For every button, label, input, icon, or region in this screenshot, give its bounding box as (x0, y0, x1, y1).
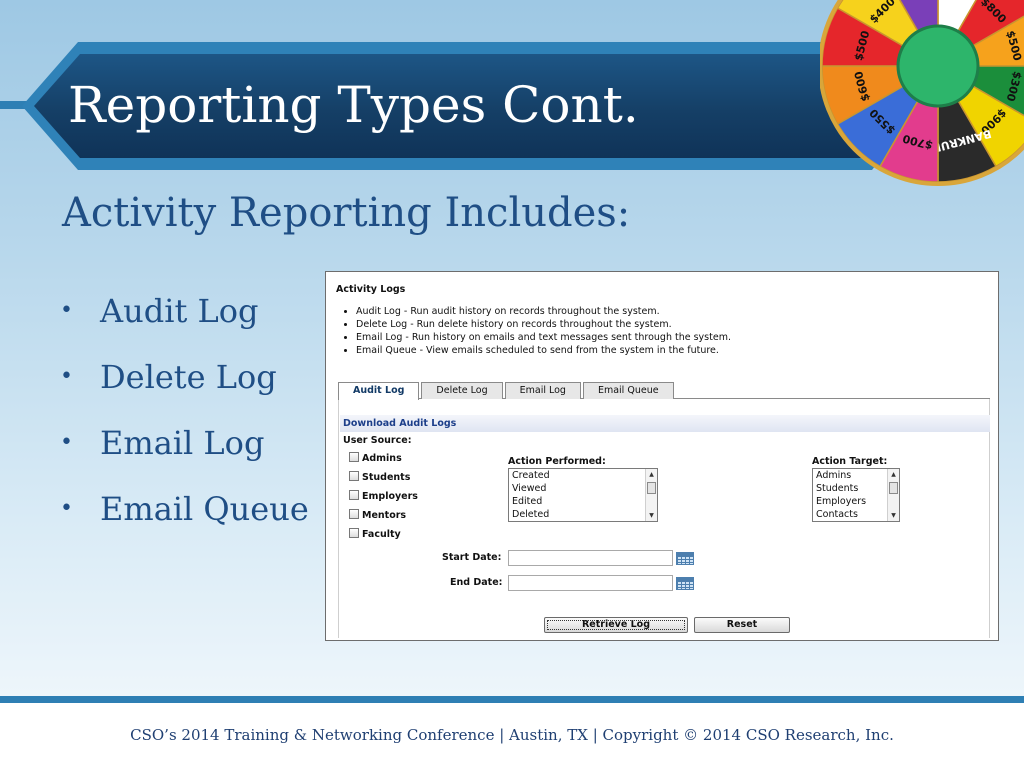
calendar-icon[interactable] (676, 577, 694, 590)
panel-title: Activity Logs (336, 284, 406, 295)
checkbox-students[interactable] (349, 471, 359, 481)
calendar-icon[interactable] (676, 552, 694, 565)
action-performed-listbox[interactable]: Created Viewed Edited Deleted ▲ ▼ (508, 468, 658, 522)
bullet-item: • Delete Log (60, 358, 309, 424)
checkbox-label: Students (362, 472, 411, 483)
checkbox-mentors[interactable] (349, 509, 359, 519)
bullet-icon: • (60, 430, 73, 455)
scroll-thumb[interactable] (889, 482, 898, 494)
bullet-item: • Email Log (60, 424, 309, 490)
bullet-text: Email Queue (100, 490, 309, 528)
list-option[interactable]: Deleted (509, 508, 657, 521)
scroll-down-icon[interactable]: ▼ (888, 510, 899, 521)
log-description: Delete Log - Run delete history on recor… (356, 318, 731, 331)
bullet-icon: • (60, 496, 73, 521)
retrieve-log-button[interactable]: Retrieve Log (544, 617, 688, 633)
scroll-down-icon[interactable]: ▼ (646, 510, 657, 521)
list-option[interactable]: Created (509, 469, 657, 482)
bullet-text: Delete Log (100, 358, 277, 396)
list-option[interactable]: Edited (509, 495, 657, 508)
user-source-label: User Source: (343, 435, 412, 446)
bullet-item: • Email Queue (60, 490, 309, 556)
checkbox-label: Mentors (362, 510, 407, 521)
slide-title: Reporting Types Cont. (68, 76, 639, 134)
prize-wheel-image: LOSE A TURN$800$500$300$900BANKRUPT$700$… (820, 0, 1024, 186)
checkbox-admins[interactable] (349, 452, 359, 462)
action-target-listbox[interactable]: Admins Students Employers Contacts ▲ ▼ (812, 468, 900, 522)
scroll-thumb[interactable] (647, 482, 656, 494)
bullet-text: Email Log (100, 424, 265, 462)
checkbox-label: Admins (362, 453, 402, 464)
action-performed-label: Action Performed: (508, 456, 606, 467)
bullet-icon: • (60, 364, 73, 389)
activity-logs-screenshot: Activity Logs Audit Log - Run audit hist… (325, 271, 999, 641)
start-date-label: Start Date: (442, 552, 502, 563)
footer-stripe (0, 696, 1024, 703)
log-description: Audit Log - Run audit history on records… (356, 305, 731, 318)
listbox-scrollbar[interactable]: ▲ ▼ (645, 469, 657, 521)
section-heading: Activity Reporting Includes: (62, 190, 631, 236)
listbox-scrollbar[interactable]: ▲ ▼ (887, 469, 899, 521)
action-target-label: Action Target: (812, 456, 888, 467)
checkbox-label: Employers (362, 491, 418, 502)
log-tabs: Audit Log Delete Log Email Log Email Que… (338, 382, 676, 400)
footer-text: CSO’s 2014 Training & Networking Confere… (130, 726, 894, 744)
log-description: Email Queue - View emails scheduled to s… (356, 344, 731, 357)
wheel-hub (896, 24, 980, 108)
tab-email-queue[interactable]: Email Queue (582, 382, 674, 399)
end-date-label: End Date: (450, 577, 503, 588)
bullet-list: • Audit Log • Delete Log • Email Log • Email… (60, 292, 309, 556)
bullet-item: • Audit Log (60, 292, 309, 358)
checkbox-label: Faculty (362, 529, 401, 540)
list-option[interactable]: Viewed (509, 482, 657, 495)
tab-delete-log[interactable]: Delete Log (421, 382, 503, 399)
tab-email-log[interactable]: Email Log (504, 382, 581, 399)
start-date-input[interactable] (508, 550, 673, 566)
scroll-up-icon[interactable]: ▲ (646, 469, 657, 480)
log-description: Email Log - Run history on emails and te… (356, 331, 731, 344)
bullet-icon: • (60, 298, 73, 323)
checkbox-faculty[interactable] (349, 528, 359, 538)
section-header: Download Audit Logs (340, 415, 990, 432)
log-description-list: Audit Log - Run audit history on records… (356, 305, 731, 357)
checkbox-employers[interactable] (349, 490, 359, 500)
end-date-input[interactable] (508, 575, 673, 591)
tab-audit-log[interactable]: Audit Log (338, 382, 420, 400)
reset-button[interactable]: Reset (694, 617, 790, 633)
scroll-up-icon[interactable]: ▲ (888, 469, 899, 480)
bullet-text: Audit Log (100, 292, 259, 330)
